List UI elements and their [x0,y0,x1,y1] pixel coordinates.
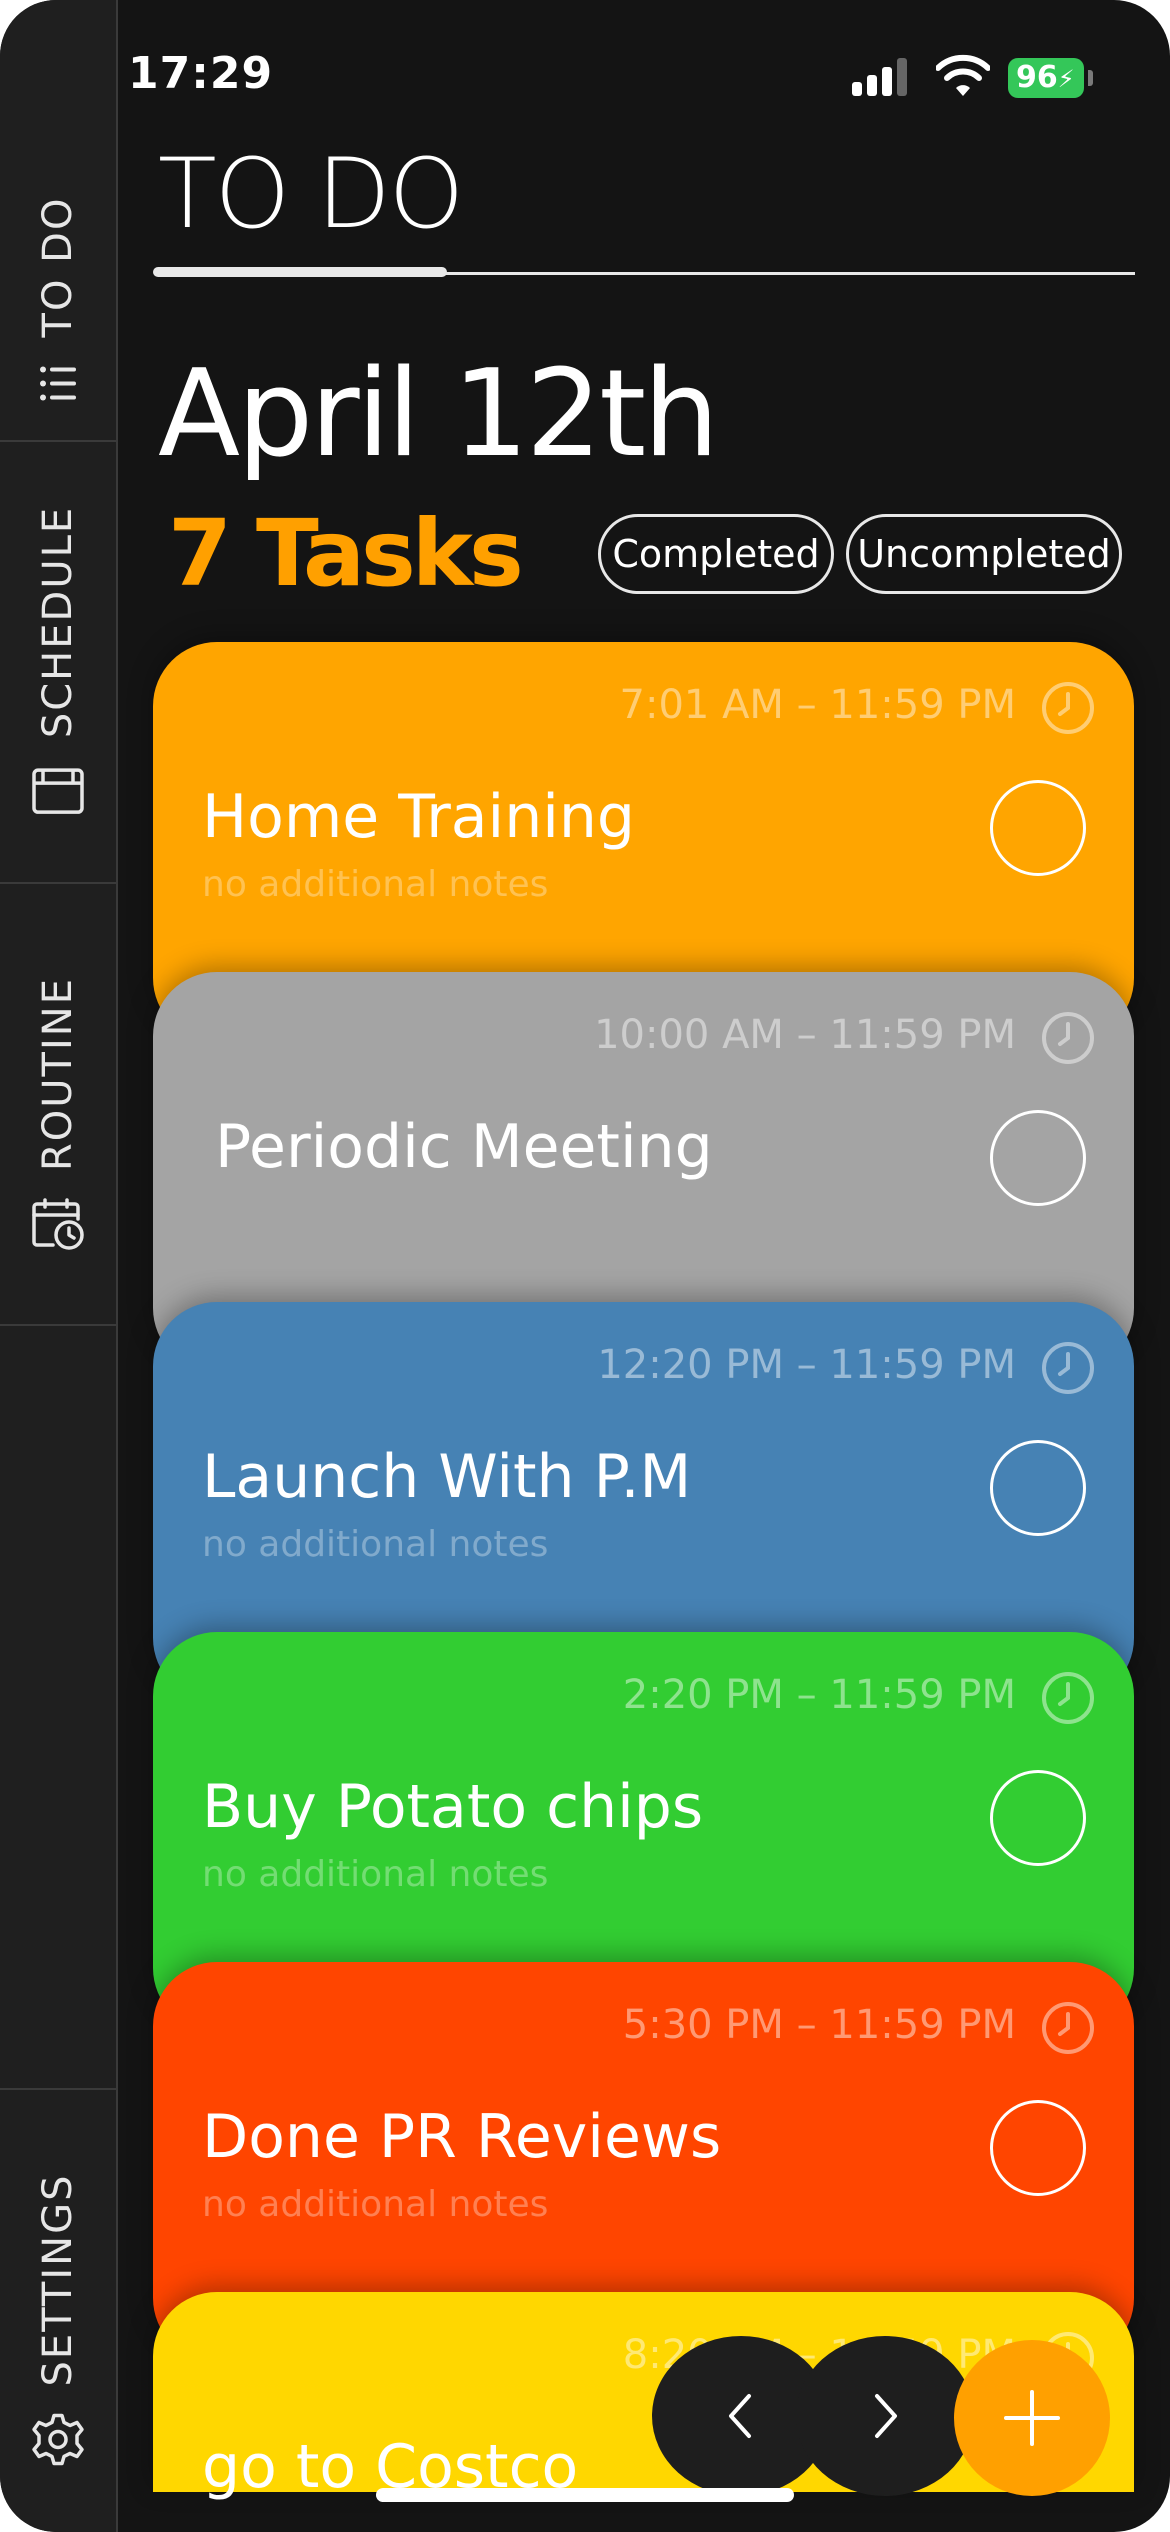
page-title: TO DO [158,138,464,250]
cellular-signal-icon [852,58,912,96]
task-notes: no additional notes [202,1524,549,1565]
clock-icon [1042,1672,1094,1724]
title-active-indicator [153,267,447,277]
date-heading: April 12th [158,345,719,484]
status-time: 17:29 [128,48,274,99]
task-title: Buy Potato chips [202,1772,704,1842]
chevron-right-icon [875,2394,897,2438]
task-time: 7:01 AM – 11:59 PM [619,682,1016,728]
clock-icon [1042,1012,1094,1064]
sidebar-item-settings[interactable]: SETTINGS [0,2088,116,2532]
gear-icon [32,2413,84,2466]
task-notes: no additional notes [202,1854,549,1895]
sidebar-item-label: SCHEDULE [35,505,81,739]
sidebar-item-schedule[interactable]: SCHEDULE [0,440,116,884]
sidebar-item-label: SETTINGS [35,2173,81,2387]
task-complete-checkbox[interactable] [990,1110,1086,1206]
task-complete-checkbox[interactable] [990,2100,1086,2196]
task-title: Launch With P.M [202,1442,692,1512]
list-icon [40,366,76,401]
task-time: 5:30 PM – 11:59 PM [622,2002,1016,2048]
sidebar-item-label: ROUTINE [35,977,81,1171]
chevron-left-icon [729,2394,751,2438]
battery-tip [1088,70,1093,86]
filter-uncompleted-button[interactable]: Uncompleted [846,514,1122,594]
sidebar-item-label: TO DO [35,196,81,338]
clock-icon [1042,682,1094,734]
task-title: Home Training [202,782,636,852]
sidebar-item-routine[interactable]: ROUTINE [0,882,116,1326]
task-notes: no additional notes [202,864,549,905]
phone-screen: TO DO SCHEDULE ROUTINE SETTINGS 17:29 96… [0,0,1170,2532]
clock-icon [1042,2002,1094,2054]
task-complete-checkbox[interactable] [990,1770,1086,1866]
next-day-button[interactable] [796,2336,974,2496]
add-task-button[interactable] [954,2340,1110,2496]
task-complete-checkbox[interactable] [990,780,1086,876]
task-time: 2:20 PM – 11:59 PM [622,1672,1016,1718]
task-count: 7 Tasks [168,500,524,607]
battery-icon: 96⚡ [1008,58,1084,98]
task-time: 12:20 PM – 11:59 PM [597,1342,1016,1388]
task-time: 10:00 AM – 11:59 PM [594,1012,1016,1058]
sidebar: TO DO SCHEDULE ROUTINE SETTINGS [0,0,118,2532]
task-complete-checkbox[interactable] [990,1440,1086,1536]
task-notes: no additional notes [202,2184,549,2225]
clock-icon [1042,1342,1094,1394]
notebook-icon [32,768,84,814]
battery-level: 96 [1016,60,1058,95]
calendar-clock-icon [32,1198,84,1250]
wifi-icon [936,54,990,96]
filter-completed-button[interactable]: Completed [598,514,834,594]
sidebar-item-todo[interactable]: TO DO [0,0,116,442]
task-title: Periodic Meeting [215,1112,713,1182]
home-indicator[interactable] [376,2488,794,2502]
task-title: Done PR Reviews [202,2102,722,2172]
plus-icon [1004,2390,1060,2446]
